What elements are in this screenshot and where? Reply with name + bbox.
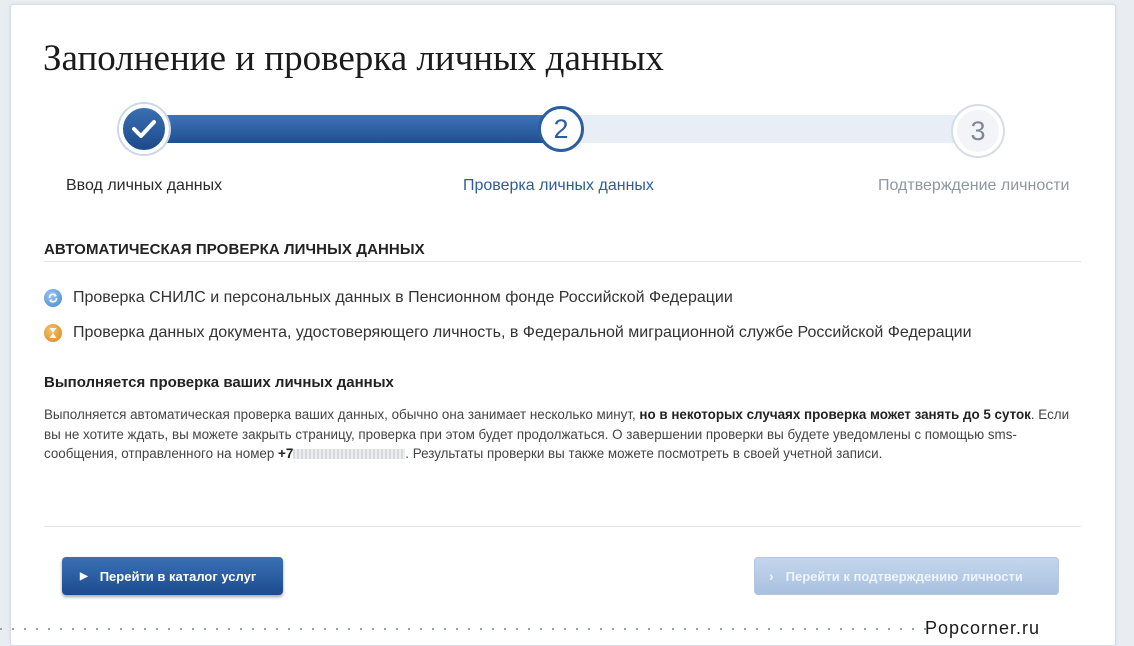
status-description: Выполняется автоматическая проверка ваши… (44, 405, 1074, 464)
check-item-text: Проверка данных документа, удостоверяюще… (73, 324, 972, 341)
confirm-button-label: Перейти к подтверждению личности (785, 568, 1023, 584)
confirm-identity-button[interactable]: › Перейти к подтверждению личности (754, 557, 1059, 595)
actions-divider (44, 526, 1081, 527)
section-divider (44, 261, 1081, 262)
step-1-indicator (119, 104, 169, 154)
status-text-bold: но в некоторых случаях проверка может за… (639, 407, 1031, 422)
check-item-pfr: Проверка СНИЛС и персональных данных в П… (44, 289, 733, 307)
check-item-fms: Проверка данных документа, удостоверяюще… (44, 324, 972, 342)
step-2-label: Проверка личных данных (463, 177, 654, 194)
chevron-right-icon: › (769, 568, 774, 584)
catalog-button-label: Перейти в каталог услуг (99, 568, 257, 584)
status-text-1: Выполняется автоматическая проверка ваши… (44, 407, 640, 422)
check-item-text: Проверка СНИЛС и персональных данных в П… (73, 289, 733, 306)
dotted-border (0, 628, 930, 630)
step-1-label: Ввод личных данных (66, 177, 223, 194)
step-2-indicator: 2 (538, 106, 584, 152)
status-title: Выполняется проверка ваших личных данных (44, 374, 394, 391)
page-title: Заполнение и проверка личных данных (43, 38, 664, 79)
section-title: АВТОМАТИЧЕСКАЯ ПРОВЕРКА ЛИЧНЫХ ДАННЫХ (44, 241, 425, 258)
progress-fill (146, 115, 558, 143)
hourglass-icon (44, 324, 62, 342)
status-text-3: . Результаты проверки вы также можете по… (405, 446, 883, 461)
main-card: Заполнение и проверка личных данных 2 3 … (10, 4, 1116, 646)
step-3-label: Подтверждение личности (878, 177, 1070, 194)
phone-prefix: +7 (278, 446, 294, 461)
masked-phone-number (293, 449, 406, 460)
catalog-button[interactable]: ▶ Перейти в каталог услуг (62, 557, 283, 595)
sync-icon (44, 289, 62, 307)
step-3-indicator: 3 (953, 106, 1003, 156)
checkmark-icon (132, 120, 156, 138)
play-arrow-icon: ▶ (80, 570, 88, 582)
watermark: Popcorner.ru (925, 618, 1041, 638)
